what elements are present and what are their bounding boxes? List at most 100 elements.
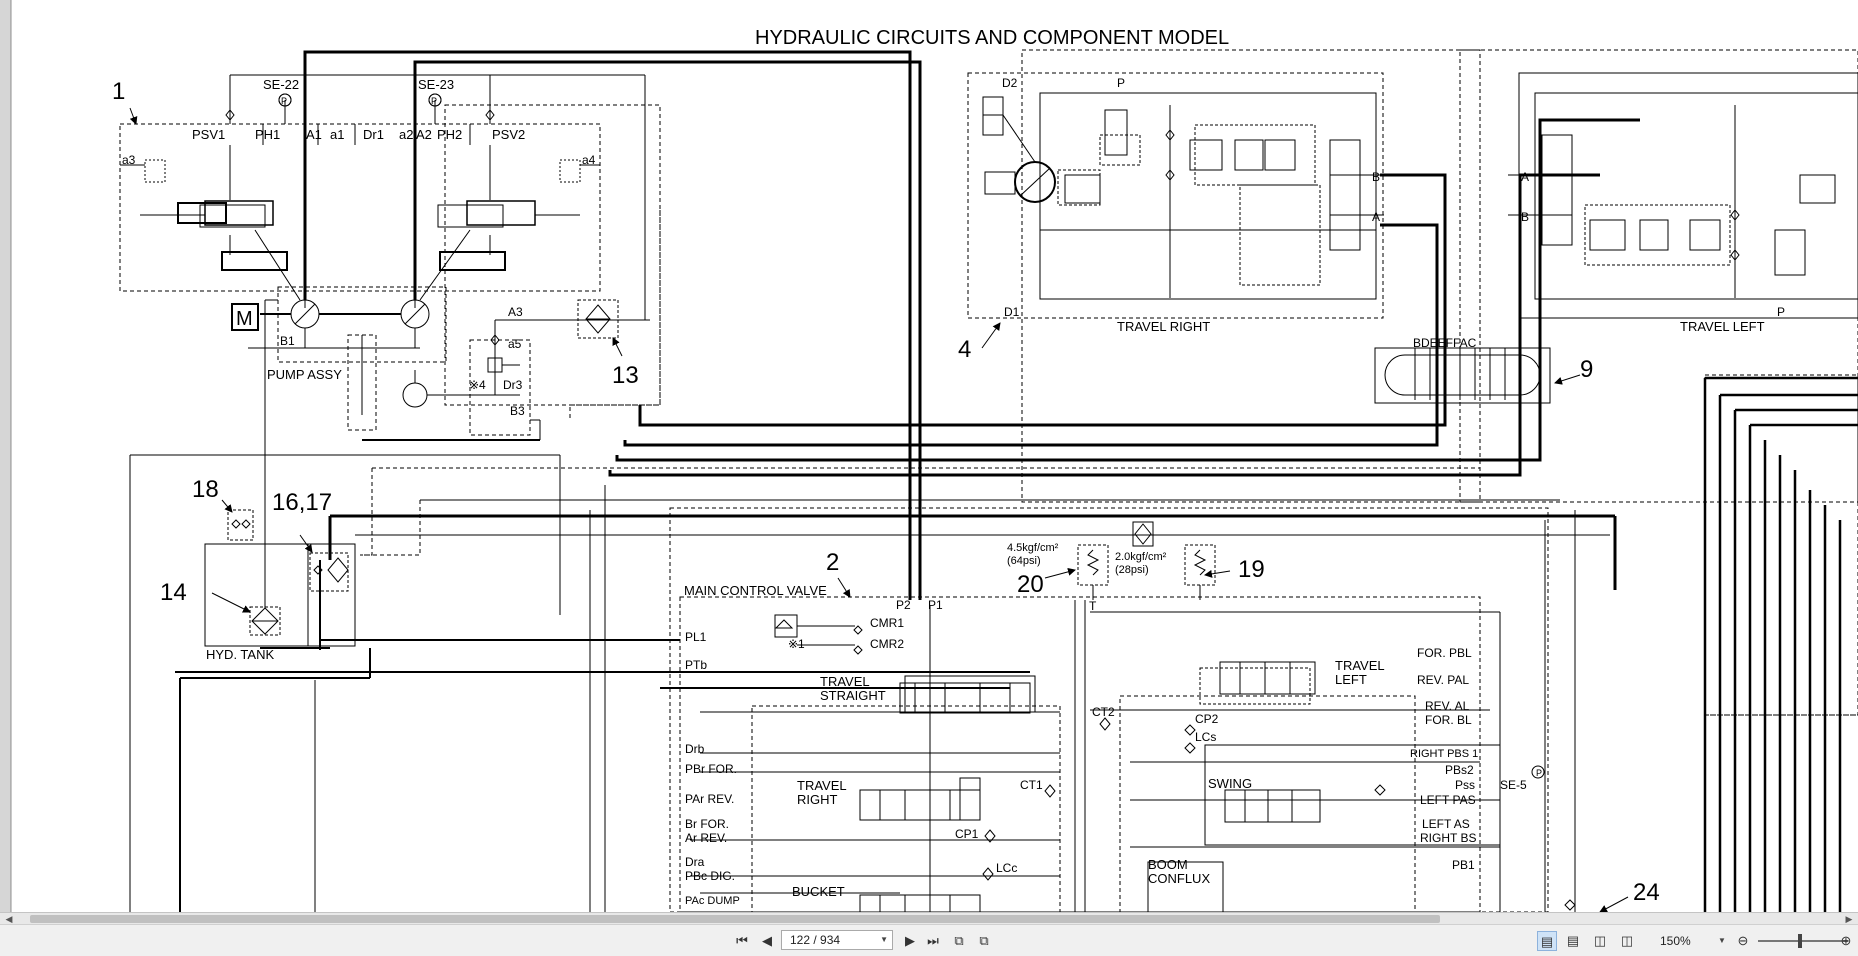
port-a3-cap: A3 — [508, 305, 523, 319]
diagram-title: HYDRAULIC CIRCUITS AND COMPONENT MODEL — [755, 27, 1229, 49]
first-page-icon[interactable]: ⏮ — [732, 931, 752, 951]
port-d1: D1 — [1004, 305, 1020, 319]
port-a3: a3 — [122, 153, 136, 167]
single-page-view-icon[interactable]: ▤ — [1537, 931, 1557, 951]
callout-4: 4 — [958, 336, 971, 363]
zoom-in-icon[interactable]: ⊕ — [1836, 931, 1856, 951]
pump-assembly — [231, 104, 661, 441]
boom-conflux-label-1: BOOM — [1148, 857, 1188, 872]
port-right-pbs1: RIGHT PBS 1 — [1410, 748, 1478, 760]
hydraulic-schematic: HYDRAULIC CIRCUITS AND COMPONENT MODEL 1… — [112, 27, 1858, 912]
port-a2: a2 — [399, 127, 413, 142]
right-side-lines — [1703, 376, 1858, 912]
relief-2-value: 2.0kgf/cm² — [1115, 551, 1167, 563]
schematic-text: HYDRAULIC CIRCUITS AND COMPONENT MODEL 1… — [112, 27, 1785, 907]
pressure-switch-p-1: P — [281, 96, 287, 106]
return-lines — [175, 560, 1030, 912]
port-se5: SE-5 — [1500, 778, 1527, 792]
hydraulic-tank — [204, 299, 1610, 647]
document-page: HYDRAULIC CIRCUITS AND COMPONENT MODEL 1… — [12, 0, 1858, 912]
continuous-view-icon[interactable]: ▤ — [1563, 931, 1583, 951]
hyd-tank-label: HYD. TANK — [206, 647, 274, 662]
travel-right-dashed-frame — [1021, 49, 1481, 503]
zoom-slider[interactable] — [1758, 934, 1848, 948]
port-ct1: CT1 — [1020, 778, 1043, 792]
boom-conflux-label-2: CONFLUX — [1148, 871, 1210, 886]
port-a2-cap: A2 — [416, 127, 432, 142]
zoom-dropdown-icon[interactable]: ▼ — [1718, 931, 1726, 951]
port-pbs2: PBs2 — [1445, 763, 1474, 777]
main-control-valve-label: MAIN CONTROL VALVE — [684, 583, 827, 598]
travel-right-label: TRAVEL RIGHT — [1117, 319, 1210, 334]
callout-19: 19 — [1238, 556, 1265, 583]
port-psv2: PSV2 — [492, 127, 525, 142]
port-p1: P1 — [928, 598, 943, 612]
swivel-port-labels: BDEEFFAC — [1413, 336, 1477, 350]
port-b1: B1 — [280, 334, 295, 348]
port-par-rev: PAr REV. — [685, 792, 734, 806]
port-t: T — [1089, 599, 1097, 613]
port-a-right: A — [1372, 210, 1380, 224]
callout-14: 14 — [160, 579, 187, 606]
zoom-out-icon[interactable]: ⊖ — [1733, 931, 1753, 951]
callout-9: 9 — [1580, 356, 1593, 383]
port-star4: ※4 — [469, 378, 486, 392]
port-ar-rev: Ar REV. — [685, 831, 727, 845]
port-cp1: CP1 — [955, 827, 979, 841]
page-dropdown-icon[interactable]: ▼ — [880, 931, 888, 949]
pump-regulator-box — [119, 74, 646, 320]
port-right-bs: RIGHT BS — [1420, 831, 1476, 845]
port-p-left: P — [1777, 305, 1785, 319]
port-pbr-for: PBr FOR. — [685, 762, 737, 776]
port-se23: SE-23 — [418, 77, 454, 92]
callout-13: 13 — [612, 362, 639, 389]
zoom-slider-knob[interactable] — [1798, 934, 1802, 948]
relief-1-value: 4.5kgf/cm² — [1007, 542, 1059, 554]
port-for-bl: FOR. BL — [1425, 713, 1472, 727]
two-page-view-icon[interactable]: ◫ — [1590, 931, 1610, 951]
callout-20: 20 — [1017, 571, 1044, 598]
page-number-input[interactable]: 122 / 934 ▼ — [781, 930, 893, 950]
travel-right-spool-label-1: TRAVEL — [797, 778, 847, 793]
previous-page-icon[interactable]: ◀ — [757, 931, 777, 951]
port-for-pbl: FOR. PBL — [1417, 646, 1472, 660]
last-page-icon[interactable]: ⏭ — [923, 931, 943, 951]
relief-2-psi: (28psi) — [1115, 564, 1149, 576]
travel-right-spool-label-2: RIGHT — [797, 792, 838, 807]
left-gutter — [0, 0, 11, 912]
port-a5: a5 — [508, 337, 522, 351]
travel-straight-label-1: TRAVEL — [820, 674, 870, 689]
duplicate-page-icon[interactable]: ⧉ — [974, 931, 994, 951]
pressure-switch-p-3: P — [1536, 768, 1542, 778]
port-b3: B3 — [510, 404, 525, 418]
zoom-value[interactable]: 150% — [1660, 931, 1720, 951]
scrollbar-thumb[interactable] — [30, 915, 1440, 923]
port-ptb: PTb — [685, 658, 707, 672]
two-page-continuous-view-icon[interactable]: ◫ — [1617, 931, 1637, 951]
port-cmr2: CMR2 — [870, 637, 904, 651]
port-a4: a4 — [582, 153, 596, 167]
port-pac-dump: PAc DUMP — [685, 895, 740, 907]
port-left-pas: LEFT PAS — [1420, 793, 1476, 807]
swing-label: SWING — [1208, 776, 1252, 791]
callout-16-17: 16,17 — [272, 489, 332, 516]
port-ph2: PH2 — [437, 127, 462, 142]
port-a1-cap: A1 — [306, 127, 322, 142]
port-rev-al: REV. AL — [1425, 699, 1470, 713]
travel-straight-label-2: STRAIGHT — [820, 688, 886, 703]
port-pss: Pss — [1455, 778, 1475, 792]
port-se22: SE-22 — [263, 77, 299, 92]
port-cmr1: CMR1 — [870, 616, 904, 630]
rotate-page-icon[interactable]: ⧉ — [949, 931, 969, 951]
callout-18: 18 — [192, 476, 219, 503]
port-b-left: B — [1521, 210, 1529, 224]
port-p: P — [1117, 76, 1125, 90]
travel-right-motor — [967, 72, 1384, 319]
pump-assy-label: PUMP ASSY — [267, 367, 342, 382]
port-dr3: Dr3 — [503, 378, 523, 392]
port-a-left: A — [1521, 170, 1529, 184]
port-lcs: LCs — [1195, 730, 1216, 744]
port-left-as: LEFT AS — [1422, 817, 1470, 831]
next-page-icon[interactable]: ▶ — [900, 931, 920, 951]
port-b-right: B — [1372, 170, 1380, 184]
